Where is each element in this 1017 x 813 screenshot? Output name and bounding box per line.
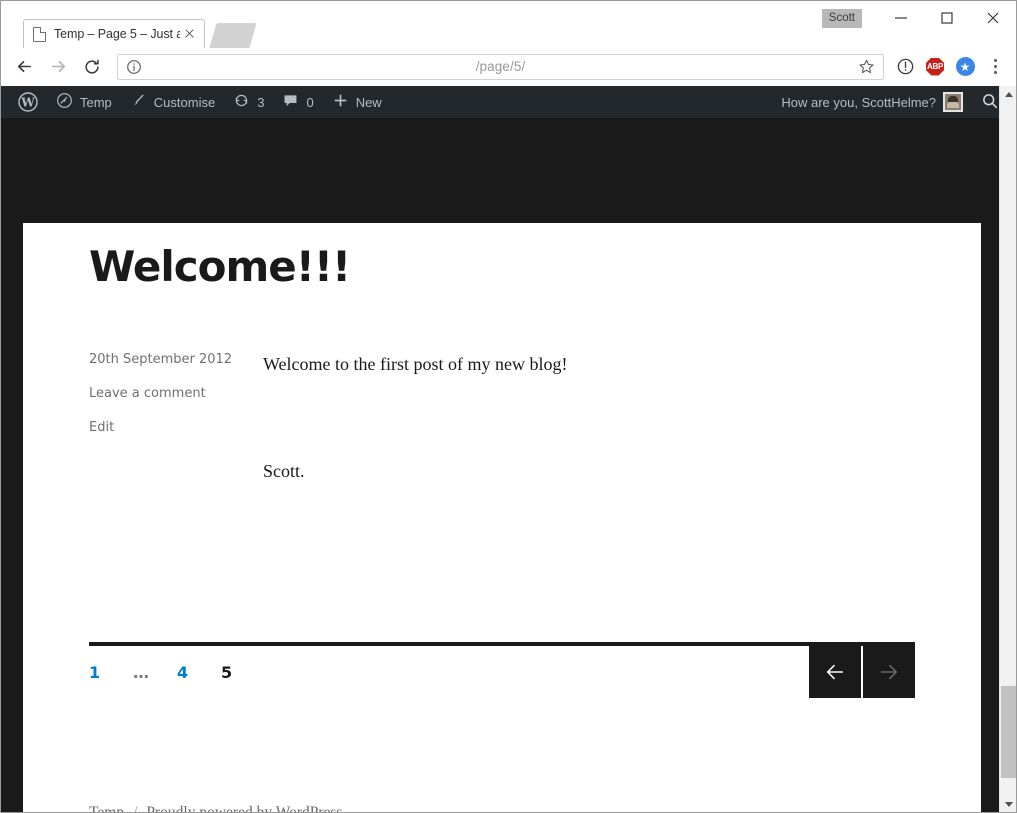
footer-site-name[interactable]: Temp	[89, 804, 124, 813]
leave-a-comment-link[interactable]: Leave a comment	[89, 383, 262, 404]
admin-bar-right: How are you, ScottHelme?	[772, 86, 1016, 118]
post-meta: 20th September 2012 Leave a comment Edit	[89, 349, 262, 487]
address-bar[interactable]: /page/5/	[117, 54, 884, 80]
window-controls: Scott	[822, 1, 1016, 35]
profile-chip[interactable]: Scott	[822, 9, 862, 28]
page-scrollbar[interactable]	[999, 86, 1016, 813]
new-tab-icon[interactable]	[209, 23, 256, 48]
kebab-dots	[985, 56, 1005, 78]
browser-window: Temp – Page 5 – Just ano Scott	[0, 0, 1017, 813]
page-number-1[interactable]: 1	[89, 663, 133, 682]
svg-text:W: W	[20, 96, 35, 110]
page-number-4[interactable]: 4	[177, 663, 221, 682]
star-icon[interactable]	[858, 58, 875, 75]
site-name-label: Temp	[80, 95, 112, 110]
comments-count: 0	[306, 95, 313, 110]
edit-post-link[interactable]: Edit	[89, 417, 262, 438]
site-footer: Temp / Proudly powered by WordPress	[89, 804, 915, 813]
page-viewport: W Temp	[1, 86, 1016, 813]
scroll-down-icon[interactable]	[1000, 796, 1016, 813]
tab-strip: Temp – Page 5 – Just ano	[1, 1, 821, 48]
reload-icon[interactable]	[77, 52, 107, 82]
post-paragraph: Scott.	[263, 456, 915, 488]
scrollbar-thumb[interactable]	[1001, 686, 1016, 778]
search-icon	[981, 92, 999, 113]
next-page-button	[863, 646, 915, 698]
new-content-button[interactable]: New	[323, 86, 391, 118]
previous-page-button[interactable]	[809, 646, 861, 698]
back-arrow-icon[interactable]	[9, 52, 39, 82]
page-icon	[33, 27, 46, 42]
window-close-icon[interactable]	[970, 2, 1016, 34]
my-account-menu[interactable]: How are you, ScottHelme?	[772, 86, 972, 118]
footer-separator: /	[133, 804, 137, 813]
updates-count: 3	[257, 95, 264, 110]
maximize-icon[interactable]	[924, 2, 970, 34]
page-number-dots: …	[133, 663, 177, 682]
updates-icon	[233, 92, 250, 112]
info-circle-icon[interactable]	[126, 59, 142, 75]
pencil-icon	[130, 92, 147, 112]
dashboard-icon	[56, 92, 73, 112]
post-article: 20th September 2012 Leave a comment Edit…	[89, 349, 915, 487]
post-date[interactable]: 20th September 2012	[89, 349, 262, 370]
title-bar: Temp – Page 5 – Just ano Scott	[1, 1, 1016, 48]
footer-credit-link[interactable]: Proudly powered by WordPress	[146, 804, 342, 813]
minimize-icon[interactable]	[878, 2, 924, 34]
new-label: New	[356, 95, 382, 110]
address-bar-url: /page/5/	[118, 59, 883, 74]
customise-label: Customise	[154, 95, 215, 110]
blue-star-glyph: ★	[956, 57, 975, 76]
blue-star-extension-icon[interactable]: ★	[951, 53, 979, 81]
scroll-up-icon[interactable]	[1000, 86, 1016, 103]
pagination: 1 … 4 5	[89, 642, 915, 694]
sidebar-item-site-name[interactable]: Temp	[47, 86, 121, 118]
forward-arrow-icon	[43, 52, 73, 82]
updates-button[interactable]: 3	[224, 86, 273, 118]
customise-button[interactable]: Customise	[121, 86, 224, 118]
tab-title: Temp – Page 5 – Just ano	[54, 27, 180, 41]
browser-tab[interactable]: Temp – Page 5 – Just ano	[23, 19, 205, 48]
wp-admin-bar: W Temp	[1, 86, 1016, 118]
wordpress-logo-icon[interactable]: W	[9, 86, 47, 118]
plus-icon	[332, 92, 349, 112]
comment-icon	[282, 92, 299, 112]
adblock-plus-label: ABP	[926, 58, 944, 76]
comments-button[interactable]: 0	[273, 86, 322, 118]
post-content: Welcome to the first post of my new blog…	[262, 349, 915, 487]
greeting-label: How are you, ScottHelme?	[781, 95, 936, 110]
pagination-nav-links	[809, 646, 915, 698]
page-number-current: 5	[221, 663, 265, 682]
user-avatar	[943, 92, 963, 112]
kebab-menu-icon[interactable]	[981, 53, 1009, 81]
browser-toolbar: /page/5/ ABP ★	[1, 48, 1016, 86]
page-number-list: 1 … 4 5	[89, 646, 915, 698]
page-title: Welcome!!!	[89, 223, 915, 291]
site-content: Welcome!!! 20th September 2012 Leave a c…	[23, 223, 981, 813]
info-exclamation-icon[interactable]	[891, 53, 919, 81]
close-icon[interactable]	[182, 26, 198, 42]
post-paragraph: Welcome to the first post of my new blog…	[263, 349, 915, 381]
adblock-plus-icon[interactable]: ABP	[921, 53, 949, 81]
